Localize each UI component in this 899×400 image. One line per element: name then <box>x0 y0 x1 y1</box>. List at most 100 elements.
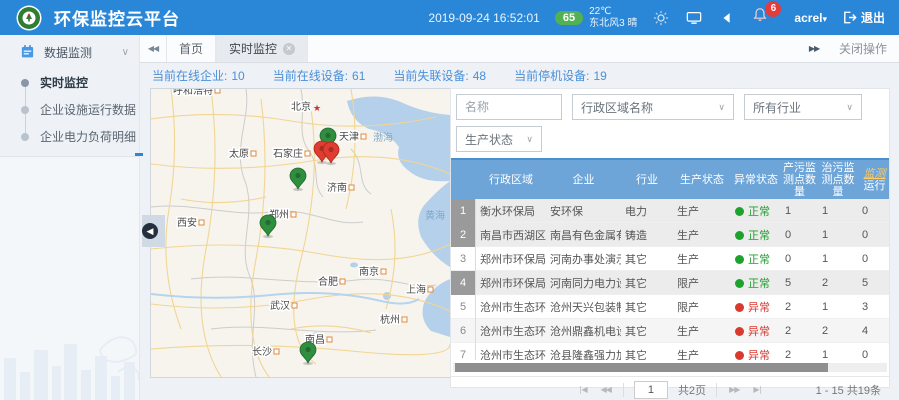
close-operations-button[interactable]: 关闭操作 <box>839 40 887 57</box>
industry-filter-select[interactable]: 所有行业∨ <box>744 94 862 120</box>
city-label: 太原 <box>229 147 249 160</box>
stat-value: 61 <box>352 69 365 83</box>
header-cell[interactable]: 企业 <box>546 160 621 199</box>
tabs-scroll-left-icon[interactable]: ◀◀ <box>140 35 166 62</box>
table-cell: 安环保 <box>546 203 621 219</box>
name-filter-field[interactable] <box>456 94 562 120</box>
region-filter-select[interactable]: 行政区域名称∨ <box>572 94 734 120</box>
stat-value: 19 <box>593 69 606 83</box>
name-filter-input[interactable] <box>465 100 553 114</box>
first-page-button[interactable]: ∣◀ <box>576 385 588 394</box>
user-menu[interactable]: acrel▾ <box>794 11 827 25</box>
last-page-button[interactable]: ▶∣ <box>751 385 763 394</box>
city-dot-icon <box>274 349 279 354</box>
header-line: 测点数 <box>822 174 855 186</box>
table-cell: 0 <box>858 229 889 241</box>
next-page-button[interactable]: ▶▶ <box>727 385 741 394</box>
abnormal-status-cell: 异常 <box>731 323 781 339</box>
city-label: 杭州 <box>380 313 400 326</box>
sidebar-item-数据监测[interactable]: 数据监测∨ <box>0 35 139 69</box>
table-cell: 4 <box>858 325 889 337</box>
city-dot-icon <box>292 303 297 308</box>
table-row[interactable]: 3郑州市环保局河南办事处演示其它生产正常010 <box>451 247 889 271</box>
table-header-row: 行政区域企业行业生产状态异常状态产污监测点数量治污监测点数量监测运行 <box>451 158 889 199</box>
chevron-left-icon[interactable]: ◀ <box>142 223 158 239</box>
total-pages-label: 共2页 <box>678 382 706 398</box>
prev-page-button[interactable]: ◀◀ <box>599 385 613 394</box>
pagination-bar: ∣◀ ◀◀ 共2页 ▶▶ ▶∣ 1 - 15 共19条 <box>451 376 889 400</box>
table-cell: 生产 <box>673 251 731 267</box>
header-cell[interactable]: 生产状态 <box>673 160 731 199</box>
close-icon[interactable]: ✕ <box>283 43 295 55</box>
logout-button[interactable]: 退出 <box>842 9 885 26</box>
chevron-down-icon: ∨ <box>122 47 129 58</box>
map-collapse-control[interactable]: ◀ <box>142 215 165 247</box>
sidebar-subitem-label: 企业设施运行数据 <box>40 101 136 118</box>
header-line: 量 <box>833 186 844 198</box>
horizontal-scrollbar[interactable] <box>453 363 887 372</box>
table-cell: 其它 <box>621 299 673 315</box>
table-cell: 2 <box>781 301 818 313</box>
collapse-arrow-icon[interactable] <box>718 10 736 26</box>
tab-realtime-monitor[interactable]: 实时监控 ✕ <box>216 35 308 62</box>
city-dot-icon <box>305 151 310 156</box>
status-dot-icon <box>735 207 744 216</box>
table-cell: 河南同力电力设计 <box>546 275 621 291</box>
pin-center <box>265 220 270 225</box>
app-logo-icon <box>16 5 42 31</box>
temperature-label: 22℃ <box>589 6 637 18</box>
weather-widget: 65 22℃ 东北风3 晴 <box>555 6 638 30</box>
sidebar-subitem-企业设施运行数据[interactable]: 企业设施运行数据 <box>0 96 139 123</box>
abnormal-status-cell: 正常 <box>731 203 781 219</box>
status-filter-select[interactable]: 生产状态∨ <box>456 126 542 152</box>
chevron-down-icon: ∨ <box>718 102 725 113</box>
panel-divider-handle[interactable] <box>135 153 143 156</box>
city-dot-icon <box>215 89 220 93</box>
table-row[interactable]: 5沧州市生态环保局沧州天兴包装制品其它限产异常213 <box>451 295 889 319</box>
map-panel[interactable]: 渤海黄海 呼和浩特北京★天津太原石家庄济南西安郑州南京合肥上海武汉杭州长沙南昌 <box>150 88 451 378</box>
scrollbar-thumb[interactable] <box>455 363 828 372</box>
sidebar: 数据监测∨实时监控企业设施运行数据企业电力负荷明细企业异常‹统计分析‹能耗分析‹… <box>0 35 140 400</box>
status-dot-icon <box>735 351 744 360</box>
table-cell: 铸造 <box>621 227 673 243</box>
header-cell[interactable]: 产污监测点数量 <box>781 160 818 199</box>
enterprise-table-panel: 行政区域名称∨ 所有行业∨ 生产状态∨ 行政区域企业行业生产状态异常状态产污监测… <box>450 88 890 388</box>
table-cell: 其它 <box>621 251 673 267</box>
page-number-input[interactable] <box>634 381 668 399</box>
header-cell[interactable]: 行业 <box>621 160 673 199</box>
table-row[interactable]: 6沧州市生态环保局沧州鼎鑫机电设备其它生产异常224 <box>451 319 889 343</box>
sidebar-submenu: 实时监控企业设施运行数据企业电力负荷明细 <box>0 69 139 150</box>
row-number-cell: 2 <box>451 223 476 247</box>
header-cell[interactable]: 异常状态 <box>731 160 781 199</box>
city-dot-icon <box>381 269 386 274</box>
sidebar-subitem-企业电力负荷明细[interactable]: 企业电力负荷明细 <box>0 123 139 150</box>
tabs-scroll-right-icon[interactable]: ▶▶ <box>801 44 827 53</box>
header-cell[interactable]: 治污监测点数量 <box>818 160 858 199</box>
pin-center <box>328 147 333 152</box>
sidebar-subitem-实时监控[interactable]: 实时监控 <box>0 69 139 96</box>
city-label: 石家庄 <box>273 147 303 160</box>
content-area: 当前在线企业:10当前在线设备:61当前失联设备:48当前停机设备:19 <box>140 63 899 400</box>
header-line: 量 <box>794 186 805 198</box>
table-row[interactable]: 4郑州市环保局河南同力电力设计其它限产正常525 <box>451 271 889 295</box>
city-label: 南京 <box>359 265 379 278</box>
table-cell: 沧州市生态环保局 <box>476 323 546 339</box>
city-dot-icon <box>291 212 296 217</box>
row-number-cell: 3 <box>451 247 476 271</box>
row-number-cell: 7 <box>451 343 476 361</box>
table-row[interactable]: 7沧州市生态环保局沧县隆鑫强力加工其它生产异常210 <box>451 343 889 360</box>
monitor-icon[interactable] <box>685 10 703 26</box>
notification-bell[interactable]: 6 <box>751 7 769 28</box>
pin-center <box>305 347 310 352</box>
table-row[interactable]: 2南昌市西湖区环保局南昌有色金属有限铸造生产正常010 <box>451 223 889 247</box>
header-cell[interactable]: 行政区域 <box>476 160 546 199</box>
city-dot-icon <box>327 337 332 342</box>
china-map[interactable]: 渤海黄海 呼和浩特北京★天津太原石家庄济南西安郑州南京合肥上海武汉杭州长沙南昌 <box>151 89 450 377</box>
header-cell-clipped[interactable]: 监测运行 <box>858 160 891 199</box>
city-dot-icon <box>402 317 407 322</box>
table-cell: 限产 <box>673 299 731 315</box>
table-row[interactable]: 1衡水环保局安环保电力生产正常110 <box>451 199 889 223</box>
table-cell: 5 <box>858 277 889 289</box>
table-cell: 其它 <box>621 323 673 339</box>
tab-home[interactable]: 首页 <box>166 35 216 62</box>
